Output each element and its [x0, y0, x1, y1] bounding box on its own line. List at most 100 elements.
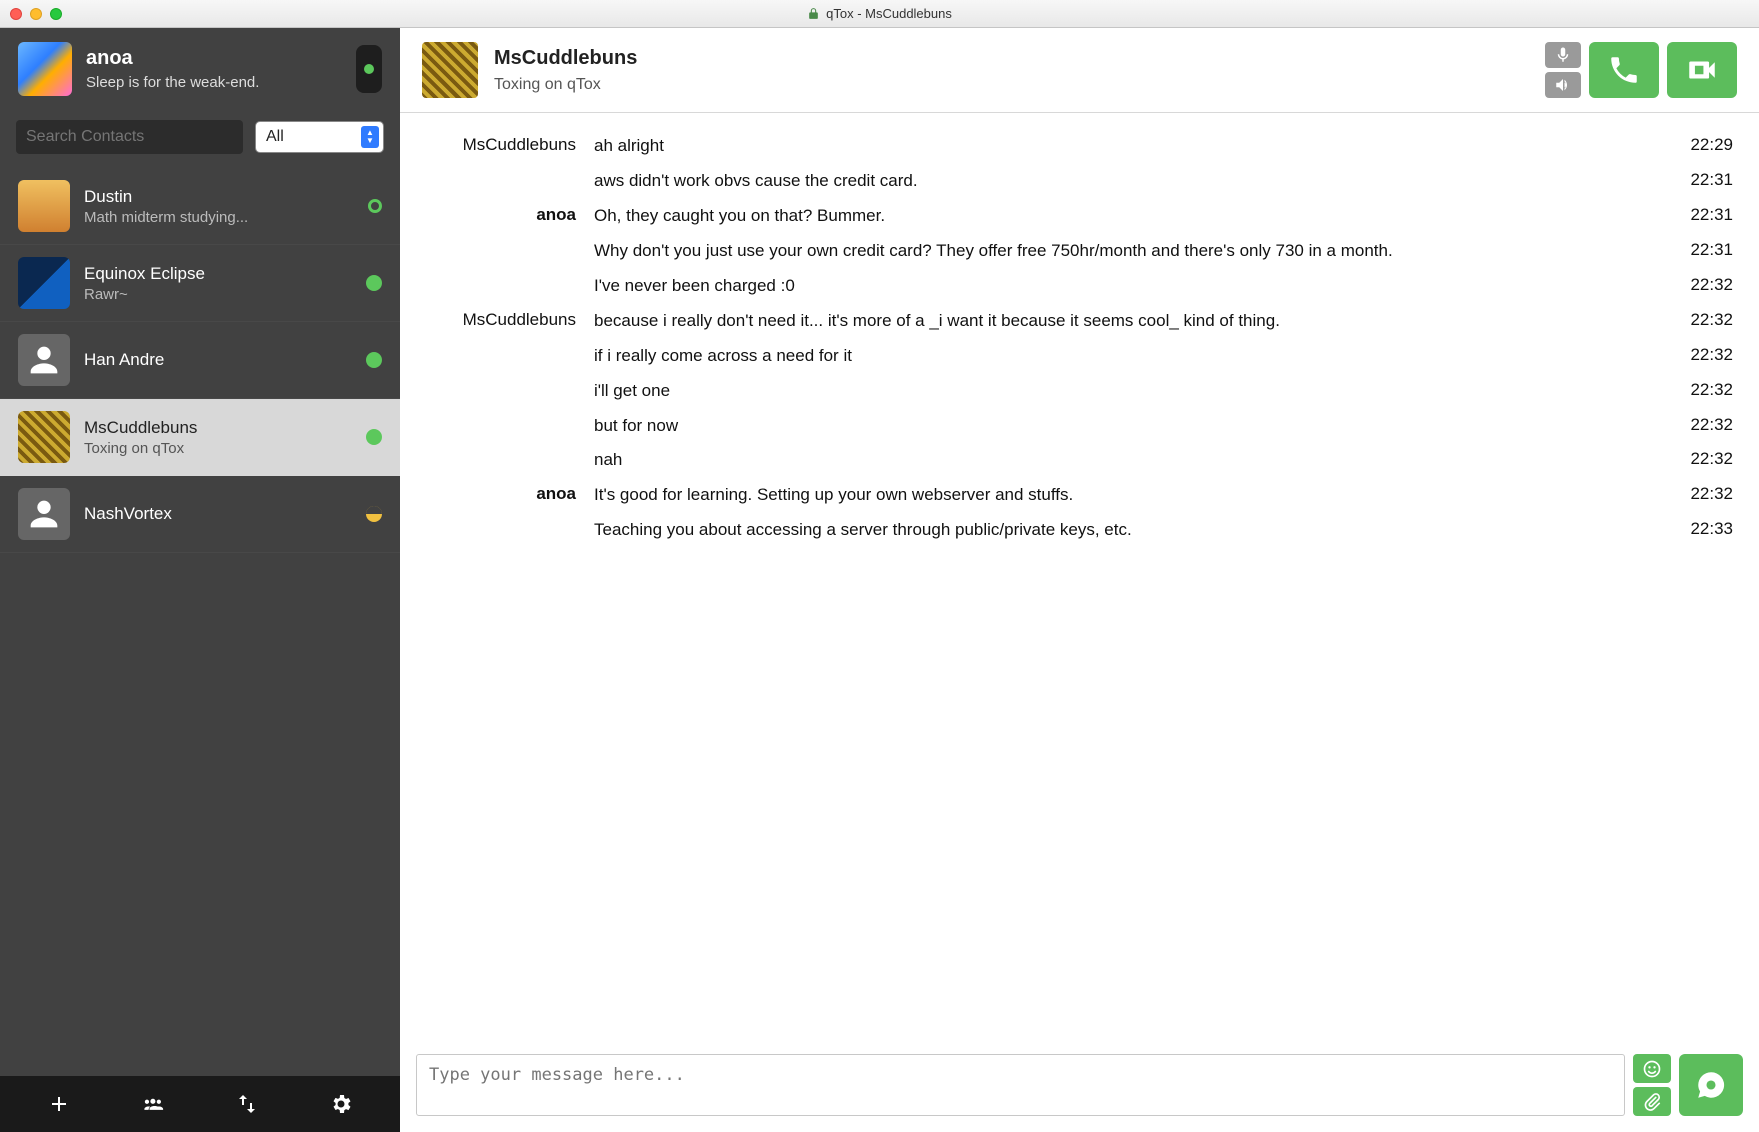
message-text: Why don't you just use your own credit c… [594, 240, 1647, 263]
profile-avatar[interactable] [18, 42, 72, 96]
message-text: if i really come across a need for it [594, 345, 1647, 368]
message-row: i'll get one 22:32 [426, 374, 1733, 409]
message-time: 22:32 [1665, 380, 1733, 400]
search-contacts-input[interactable] [16, 120, 243, 154]
contact-avatar [18, 488, 70, 540]
updown-arrows-icon: ▲▼ [361, 126, 379, 148]
online-dot-icon [364, 64, 374, 74]
send-button[interactable] [1679, 1054, 1743, 1116]
message-row: but for now 22:32 [426, 409, 1733, 444]
message-sender: MsCuddlebuns [426, 310, 576, 330]
message-text: I've never been charged :0 [594, 275, 1647, 298]
message-time: 22:31 [1665, 170, 1733, 190]
message-time: 22:31 [1665, 240, 1733, 260]
contact-item[interactable]: Equinox Eclipse Rawr~ [0, 245, 400, 322]
message-time: 22:31 [1665, 205, 1733, 225]
settings-button[interactable] [323, 1086, 359, 1122]
message-row: MsCuddlebuns because i really don't need … [426, 304, 1733, 339]
message-time: 22:33 [1665, 519, 1733, 539]
window-title: qTox - MsCuddlebuns [826, 6, 952, 21]
message-row: nah 22:32 [426, 443, 1733, 478]
message-time: 22:32 [1665, 484, 1733, 504]
contact-item[interactable]: Dustin Math midterm studying... [0, 168, 400, 245]
filter-selected-value: All [266, 128, 284, 146]
message-text: Teaching you about accessing a server th… [594, 519, 1647, 542]
message-row: I've never been charged :0 22:32 [426, 269, 1733, 304]
profile-status: Sleep is for the weak-end. [86, 74, 342, 91]
chat-panel: MsCuddlebuns Toxing on qTox [400, 28, 1759, 1132]
contacts-filter-select[interactable]: All ▲▼ [255, 121, 384, 153]
compose-area [400, 1042, 1759, 1132]
presence-indicator-icon [366, 352, 382, 368]
message-time: 22:32 [1665, 415, 1733, 435]
contact-status: Rawr~ [84, 286, 352, 303]
profile-section[interactable]: anoa Sleep is for the weak-end. [0, 28, 400, 110]
attach-file-button[interactable] [1633, 1087, 1671, 1116]
message-text: nah [594, 449, 1647, 472]
message-text: It's good for learning. Setting up your … [594, 484, 1647, 507]
contact-status: Toxing on qTox [84, 440, 352, 457]
chat-contact-status: Toxing on qTox [494, 76, 1529, 94]
contact-name: MsCuddlebuns [84, 418, 352, 438]
message-time: 22:32 [1665, 449, 1733, 469]
group-chat-button[interactable] [135, 1086, 171, 1122]
window-titlebar: qTox - MsCuddlebuns [0, 0, 1759, 28]
presence-indicator-icon [366, 506, 382, 522]
message-input[interactable] [416, 1054, 1625, 1116]
message-time: 22:32 [1665, 275, 1733, 295]
message-time: 22:32 [1665, 310, 1733, 330]
contact-avatar [18, 411, 70, 463]
message-row: if i really come across a need for it 22:… [426, 339, 1733, 374]
contact-item[interactable]: MsCuddlebuns Toxing on qTox [0, 399, 400, 476]
contact-name: Equinox Eclipse [84, 264, 352, 284]
message-row: MsCuddlebuns ah alright 22:29 [426, 129, 1733, 164]
message-row: anoa It's good for learning. Setting up y… [426, 478, 1733, 513]
message-text: Oh, they caught you on that? Bummer. [594, 205, 1647, 228]
sidebar: anoa Sleep is for the weak-end. All ▲▼ D… [0, 28, 400, 1132]
message-sender: anoa [426, 205, 576, 225]
contact-item[interactable]: Han Andre [0, 322, 400, 399]
presence-indicator-icon [368, 199, 382, 213]
contact-avatar [18, 257, 70, 309]
chat-contact-avatar[interactable] [422, 42, 478, 98]
presence-indicator-icon [366, 275, 382, 291]
contact-name: NashVortex [84, 504, 352, 524]
contacts-list[interactable]: Dustin Math midterm studying... Equinox Ec… [0, 168, 400, 1076]
chat-header: MsCuddlebuns Toxing on qTox [400, 28, 1759, 113]
message-sender: anoa [426, 484, 576, 504]
video-call-button[interactable] [1667, 42, 1737, 98]
profile-presence-button[interactable] [356, 45, 382, 93]
message-row: aws didn't work obvs cause the credit ca… [426, 164, 1733, 199]
maximize-window-button[interactable] [50, 8, 62, 20]
voice-call-button[interactable] [1589, 42, 1659, 98]
profile-name: anoa [86, 47, 342, 70]
message-row: Why don't you just use your own credit c… [426, 234, 1733, 269]
close-window-button[interactable] [10, 8, 22, 20]
contact-avatar [18, 180, 70, 232]
message-text: aws didn't work obvs cause the credit ca… [594, 170, 1647, 193]
message-sender: MsCuddlebuns [426, 135, 576, 155]
contact-item[interactable]: NashVortex [0, 476, 400, 553]
mute-speaker-button[interactable] [1545, 72, 1581, 98]
message-text: ah alright [594, 135, 1647, 158]
contact-status: Math midterm studying... [84, 209, 354, 226]
message-time: 22:29 [1665, 135, 1733, 155]
contact-name: Han Andre [84, 350, 352, 370]
message-text: i'll get one [594, 380, 1647, 403]
message-text: because i really don't need it... it's m… [594, 310, 1647, 333]
message-row: Teaching you about accessing a server th… [426, 513, 1733, 548]
add-friend-button[interactable] [41, 1086, 77, 1122]
sidebar-toolbar [0, 1076, 400, 1132]
emoji-button[interactable] [1633, 1054, 1671, 1083]
message-row: anoa Oh, they caught you on that? Bummer.… [426, 199, 1733, 234]
chat-contact-name: MsCuddlebuns [494, 47, 1529, 70]
lock-icon [807, 7, 820, 20]
mute-mic-button[interactable] [1545, 42, 1581, 68]
messages-area[interactable]: MsCuddlebuns ah alright 22:29 aws didn't wo… [400, 113, 1759, 1042]
message-text: but for now [594, 415, 1647, 438]
contact-avatar [18, 334, 70, 386]
contact-name: Dustin [84, 187, 354, 207]
message-time: 22:32 [1665, 345, 1733, 365]
file-transfers-button[interactable] [229, 1086, 265, 1122]
minimize-window-button[interactable] [30, 8, 42, 20]
